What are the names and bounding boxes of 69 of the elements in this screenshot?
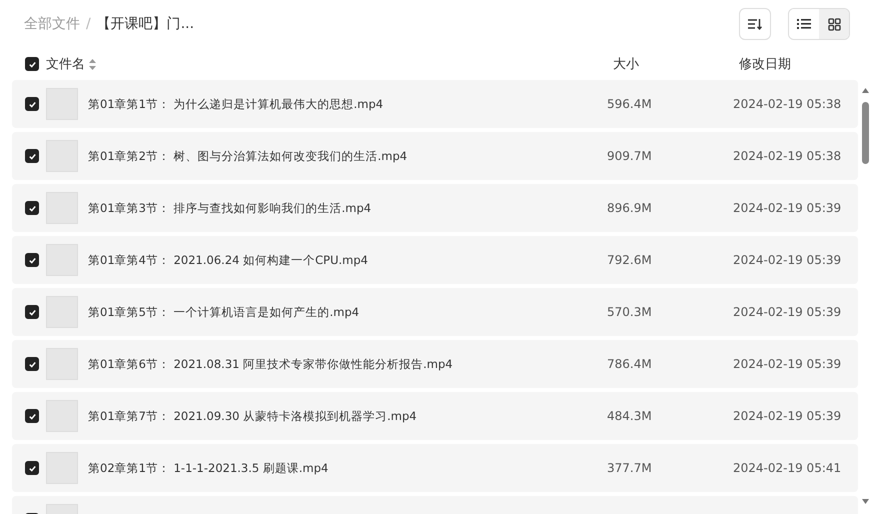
checkmark-icon xyxy=(28,152,36,160)
column-header[interactable]: 大小 xyxy=(613,57,639,72)
modified-date: 2024-02-19 05:39 xyxy=(733,357,842,371)
file-name: 第01章第7节： 2021.09.30 从蒙特卡洛模拟到机器学习.mp4 xyxy=(88,408,418,424)
breadcrumb-item: 【开课吧】门... xyxy=(96,15,194,33)
checkmark-icon xyxy=(28,60,36,68)
photo-placeholder xyxy=(46,452,78,484)
photo-placeholder xyxy=(46,296,78,328)
checkmark-icon xyxy=(28,360,36,368)
file-size: 909.7M xyxy=(607,149,653,163)
checkmark-icon xyxy=(28,256,36,264)
modified-date: 2024-02-19 05:38 xyxy=(733,97,842,111)
photo-placeholder xyxy=(46,192,78,224)
breadcrumb-separator: / xyxy=(86,16,91,32)
sort-button[interactable] xyxy=(739,8,771,40)
file-row[interactable]: 第02章第1节： 1-1-1-2021.3.5 刷题课.mp4 377.7M 2024-02-19 05:41 xyxy=(12,444,858,492)
file-row[interactable]: 第01章第6节： 2021.08.31 阿里技术专家带你做性能分析报告.mp4 786.4M 2024-02-19 05:39 xyxy=(12,340,858,388)
file-size: 596.4M xyxy=(607,97,653,111)
file-size: 792.6M xyxy=(607,253,653,267)
file-row[interactable]: 第01章第7节： 2021.09.30 从蒙特卡洛模拟到机器学习.mp4 484.3M 2024-02-19 05:39 xyxy=(12,392,858,440)
view-toggle[interactable] xyxy=(819,9,849,39)
modified-date: 2024-02-19 05:39 xyxy=(733,409,842,423)
file-name: 第01章第3节： 排序与查找如何影响我们的生活.mp4 xyxy=(88,200,372,216)
checkbox[interactable] xyxy=(25,57,39,71)
file-row[interactable]: 第01章第3节： 排序与查找如何影响我们的生活.mp4 896.9M 2024-02-19 05:39 xyxy=(12,184,858,232)
checkbox[interactable] xyxy=(25,409,39,423)
checkbox[interactable] xyxy=(25,357,39,371)
checkmark-icon xyxy=(28,204,36,212)
photo-placeholder xyxy=(46,88,78,120)
column-header[interactable]: 修改日期 xyxy=(739,55,791,73)
checkmark-icon xyxy=(28,464,36,472)
file-row[interactable]: 第01章第2节： 树、图与分治算法如何改变我们的生活.mp4 909.7M 2024-02-19 05:38 xyxy=(12,132,858,180)
file-name: 第01章第6节： 2021.08.31 阿里技术专家带你做性能分析报告.mp4 xyxy=(88,356,454,372)
sort-icon[interactable] xyxy=(89,58,96,70)
checkbox[interactable] xyxy=(25,253,39,267)
modified-date: 2024-02-19 05:39 xyxy=(733,253,842,267)
column-header[interactable]: 文件名 xyxy=(46,55,85,73)
modified-date: 2024-02-19 05:38 xyxy=(733,149,842,163)
checkbox[interactable] xyxy=(25,461,39,475)
grid-icon xyxy=(828,18,840,30)
checkmark-icon xyxy=(28,100,36,108)
photo-placeholder xyxy=(46,348,78,380)
file-row[interactable]: 第01章第4节： 2021.06.24 如何构建一个CPU.mp4 792.6M 2024-02-19 05:39 xyxy=(12,236,858,284)
file-row[interactable]: 第01章第5节： 一个计算机语言是如何产生的.mp4 570.3M 2024-02-19 05:39 xyxy=(12,288,858,336)
checkbox[interactable] xyxy=(25,305,39,319)
checkbox[interactable] xyxy=(25,149,39,163)
modified-date: 2024-02-19 05:39 xyxy=(733,201,842,215)
modified-date: 2024-02-19 05:39 xyxy=(733,305,842,319)
file-name: 第01章第4节： 2021.06.24 如何构建一个CPU.mp4 xyxy=(88,252,369,268)
checkmark-icon xyxy=(28,308,36,316)
file-size: 896.9M xyxy=(607,201,653,215)
file-size: 484.3M xyxy=(607,409,653,423)
file-name: 第01章第2节： 树、图与分治算法如何改变我们的生活.mp4 xyxy=(88,148,408,164)
file-name: 第01章第5节： 一个计算机语言是如何产生的.mp4 xyxy=(88,304,360,320)
photo-placeholder xyxy=(46,244,78,276)
checkbox[interactable] xyxy=(25,201,39,215)
file-row[interactable]: 第01章第1节： 为什么递归是计算机最伟大的思想.mp4 596.4M 2024-02-19 05:38 xyxy=(12,80,858,128)
file-name: 第01章第1节： 为什么递归是计算机最伟大的思想.mp4 xyxy=(88,96,384,112)
file-size: 377.7M xyxy=(607,461,653,475)
file-name: 第02章第1节： 1-1-1-2021.3.5 刷题课.mp4 xyxy=(88,460,330,476)
file-size: 570.3M xyxy=(607,305,653,319)
photo-placeholder xyxy=(46,400,78,432)
checkbox[interactable] xyxy=(25,97,39,111)
photo-placeholder xyxy=(46,140,78,172)
modified-date: 2024-02-19 05:41 xyxy=(733,461,842,475)
list-icon xyxy=(797,18,811,30)
checkmark-icon xyxy=(28,412,36,420)
file-size: 786.4M xyxy=(607,357,653,371)
sort-icon xyxy=(748,18,762,30)
